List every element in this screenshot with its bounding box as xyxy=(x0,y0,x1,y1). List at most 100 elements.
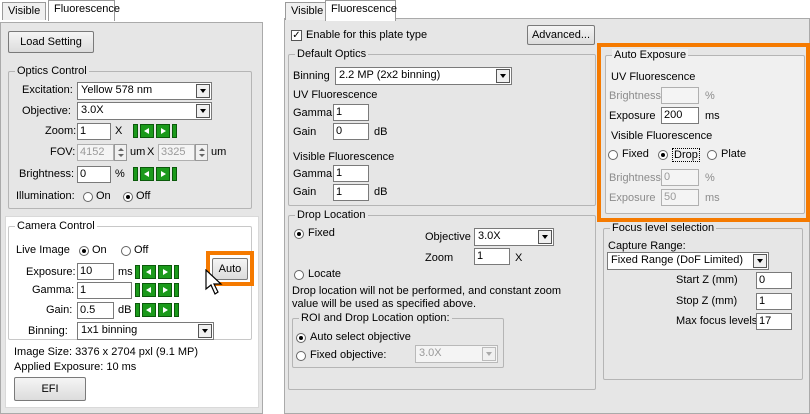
chevron-down-icon xyxy=(482,347,496,361)
enable-checkbox[interactable]: ✓ xyxy=(291,30,302,41)
fov-width-input[interactable]: 4152 xyxy=(77,144,114,161)
brightness-unit: % xyxy=(115,168,125,180)
gain-input[interactable]: 0.5 xyxy=(77,302,114,319)
enable-label: Enable for this plate type xyxy=(306,29,428,41)
live-on-radio[interactable] xyxy=(79,246,89,256)
brightness-left-arrow-icon[interactable] xyxy=(140,167,154,181)
stop-z-label: Stop Z (mm) xyxy=(676,295,738,307)
illumination-label: Illumination: xyxy=(16,190,75,202)
ae-fixed-label: Fixed xyxy=(622,148,649,160)
default-vis-gain-label: Gain xyxy=(293,186,317,198)
gain-unit: dB xyxy=(118,304,132,316)
chevron-down-icon xyxy=(538,230,552,244)
exposure-unit: ms xyxy=(118,266,133,278)
binning-select-right[interactable]: 2.2 MP (2x2 binning) xyxy=(335,67,512,85)
auto-select-objective-radio[interactable] xyxy=(296,333,306,343)
live-off-radio[interactable] xyxy=(121,246,131,256)
applied-exposure-text: Applied Exposure: 10 ms xyxy=(14,361,137,373)
efi-button[interactable]: EFI xyxy=(14,377,86,401)
zoom-max-icon[interactable] xyxy=(172,124,177,138)
ae-vis-brightness-unit: % xyxy=(705,172,715,184)
exposure-right-arrow-icon[interactable] xyxy=(158,265,172,279)
ae-exposure-input[interactable]: 200 xyxy=(661,107,699,124)
fov-width-spinner[interactable] xyxy=(114,144,127,161)
drop-objective-select[interactable]: 3.0X xyxy=(474,228,554,246)
zoom-min-icon[interactable] xyxy=(133,124,138,138)
gain-max-icon[interactable] xyxy=(174,303,179,317)
zoom-right-arrow-icon[interactable] xyxy=(156,124,170,138)
max-focus-label: Max focus levels xyxy=(676,315,758,327)
exposure-min-icon[interactable] xyxy=(135,265,140,279)
right-tab-fluorescence[interactable]: Fluorescence xyxy=(325,0,397,21)
gamma-input[interactable]: 1 xyxy=(77,282,132,299)
binning-label-right: Binning xyxy=(293,70,330,82)
binning-value: 1x1 binning xyxy=(81,324,138,336)
fov-height-input[interactable]: 3325 xyxy=(158,144,195,161)
default-vis-gain-input[interactable]: 1 xyxy=(333,184,369,201)
exposure-left-arrow-icon[interactable] xyxy=(142,265,156,279)
load-setting-button[interactable]: Load Setting xyxy=(8,31,94,53)
gamma-right-arrow-icon[interactable] xyxy=(158,283,172,297)
ae-vis-exposure-input[interactable]: 50 xyxy=(661,189,699,206)
gamma-min-icon[interactable] xyxy=(135,283,140,297)
zoom-input[interactable]: 1 xyxy=(77,123,111,140)
stop-z-input[interactable]: 1 xyxy=(756,293,792,310)
gain-right-arrow-icon[interactable] xyxy=(158,303,172,317)
binning-select[interactable]: 1x1 binning xyxy=(77,322,214,340)
drop-location-title: Drop Location xyxy=(295,209,368,221)
ae-vis-brightness-input[interactable]: 0 xyxy=(661,169,699,186)
gamma-max-icon[interactable] xyxy=(174,283,179,297)
brightness-right-arrow-icon[interactable] xyxy=(156,167,170,181)
illumination-on-radio[interactable] xyxy=(83,192,93,202)
exposure-max-icon[interactable] xyxy=(174,265,179,279)
gain-min-icon[interactable] xyxy=(135,303,140,317)
gamma-left-arrow-icon[interactable] xyxy=(142,283,156,297)
excitation-value: Yellow 578 nm xyxy=(81,84,153,96)
right-tab-visible[interactable]: Visible xyxy=(285,2,330,20)
objective-select[interactable]: 3.0X xyxy=(77,102,212,120)
left-tab-fluorescence[interactable]: Fluorescence xyxy=(48,0,120,21)
image-size-text: Image Size: 3376 x 2704 pxl (9.1 MP) xyxy=(14,346,199,358)
fov-height-spinner[interactable] xyxy=(195,144,208,161)
drop-objective-label: Objective xyxy=(425,231,471,243)
fov-label: FOV: xyxy=(50,146,76,158)
ae-brightness-unit: % xyxy=(705,90,715,102)
binning-label: Binning: xyxy=(28,325,68,337)
drop-zoom-input[interactable]: 1 xyxy=(474,248,510,265)
default-vis-gamma-input[interactable]: 1 xyxy=(333,165,369,182)
camera-control-title: Camera Control xyxy=(15,220,97,232)
start-z-input[interactable]: 0 xyxy=(756,272,792,289)
optics-control-title: Optics Control xyxy=(15,65,89,77)
drop-locate-radio[interactable] xyxy=(294,270,304,280)
drop-objective-value: 3.0X xyxy=(478,230,501,242)
left-tab-visible[interactable]: Visible xyxy=(2,2,47,20)
advanced-button[interactable]: Advanced... xyxy=(527,25,595,45)
drop-fixed-radio[interactable] xyxy=(294,229,304,239)
gain-left-arrow-icon[interactable] xyxy=(142,303,156,317)
default-uv-gain-input[interactable]: 0 xyxy=(333,123,369,140)
capture-range-select[interactable]: Fixed Range (DoF Limited) xyxy=(607,252,769,270)
brightness-max-icon[interactable] xyxy=(172,167,177,181)
drop-zoom-unit: X xyxy=(515,252,523,264)
zoom-left-arrow-icon[interactable] xyxy=(140,124,154,138)
illumination-off-radio[interactable] xyxy=(123,192,133,202)
fixed-objective-radio[interactable] xyxy=(296,351,306,361)
zoom-label: Zoom: xyxy=(45,125,77,137)
excitation-select[interactable]: Yellow 578 nm xyxy=(77,82,212,100)
ae-drop-radio[interactable] xyxy=(658,150,668,160)
fixed-objective-select[interactable]: 3.0X xyxy=(415,345,498,363)
brightness-min-icon[interactable] xyxy=(133,167,138,181)
ae-brightness-input[interactable] xyxy=(661,87,699,104)
default-uv-gamma-input[interactable]: 1 xyxy=(333,104,369,121)
exposure-input[interactable]: 10 xyxy=(77,263,114,280)
auto-select-objective-label: Auto select objective xyxy=(310,331,411,343)
ae-vis-exposure-unit: ms xyxy=(705,192,720,204)
brightness-input[interactable]: 0 xyxy=(77,166,111,183)
max-focus-input[interactable]: 17 xyxy=(756,313,792,330)
brightness-label: Brightness: xyxy=(19,168,75,180)
ae-plate-radio[interactable] xyxy=(707,150,717,160)
ae-fixed-radio[interactable] xyxy=(608,150,618,160)
drop-fixed-label: Fixed xyxy=(308,227,335,239)
ae-drop-label: Drop xyxy=(672,148,700,162)
default-uv-gamma-label: Gamma xyxy=(293,107,333,119)
